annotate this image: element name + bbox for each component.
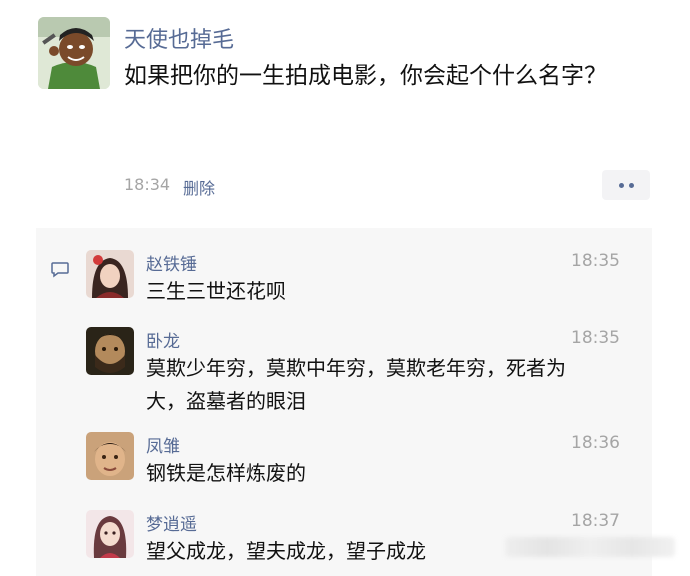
blurred-watermark bbox=[505, 537, 675, 557]
comment-author[interactable]: 梦逍遥 bbox=[146, 510, 197, 535]
comment-timestamp: 18:35 bbox=[571, 251, 620, 271]
comment-avatar[interactable] bbox=[86, 432, 134, 480]
comment-bubble-icon bbox=[51, 262, 69, 278]
comment-avatar[interactable] bbox=[86, 250, 134, 298]
post-author-name[interactable]: 天使也掉毛 bbox=[124, 22, 234, 54]
comment-timestamp: 18:36 bbox=[571, 433, 620, 453]
more-dots-icon-dot2 bbox=[628, 182, 634, 188]
comment-timestamp: 18:35 bbox=[571, 328, 620, 348]
delete-link[interactable]: 删除 bbox=[183, 175, 215, 199]
comment-text: 三生三世还花呗 bbox=[146, 279, 286, 303]
post-timestamp: 18:34 bbox=[124, 175, 171, 194]
comment-timestamp: 18:37 bbox=[571, 511, 620, 531]
more-options-button[interactable] bbox=[602, 170, 650, 200]
comment-avatar[interactable] bbox=[86, 327, 134, 375]
post-author-avatar[interactable] bbox=[38, 17, 110, 89]
comment-text: 钢铁是怎样炼废的 bbox=[146, 461, 306, 485]
comment-avatar[interactable] bbox=[86, 510, 134, 558]
comment-author[interactable]: 卧龙 bbox=[146, 327, 180, 352]
comment-author[interactable]: 凤雏 bbox=[146, 432, 180, 457]
comment-text: 望父成龙，望夫成龙，望子成龙 bbox=[146, 539, 426, 563]
comment-author[interactable]: 赵铁锤 bbox=[146, 250, 197, 275]
more-dots-icon bbox=[618, 182, 624, 188]
post-text: 如果把你的一生拍成电影，你会起个什么名字？ bbox=[124, 63, 607, 89]
comment-text: 莫欺少年穷，莫欺中年穷，莫欺老年穷，死者为大，盗墓者的眼泪 bbox=[146, 356, 566, 413]
